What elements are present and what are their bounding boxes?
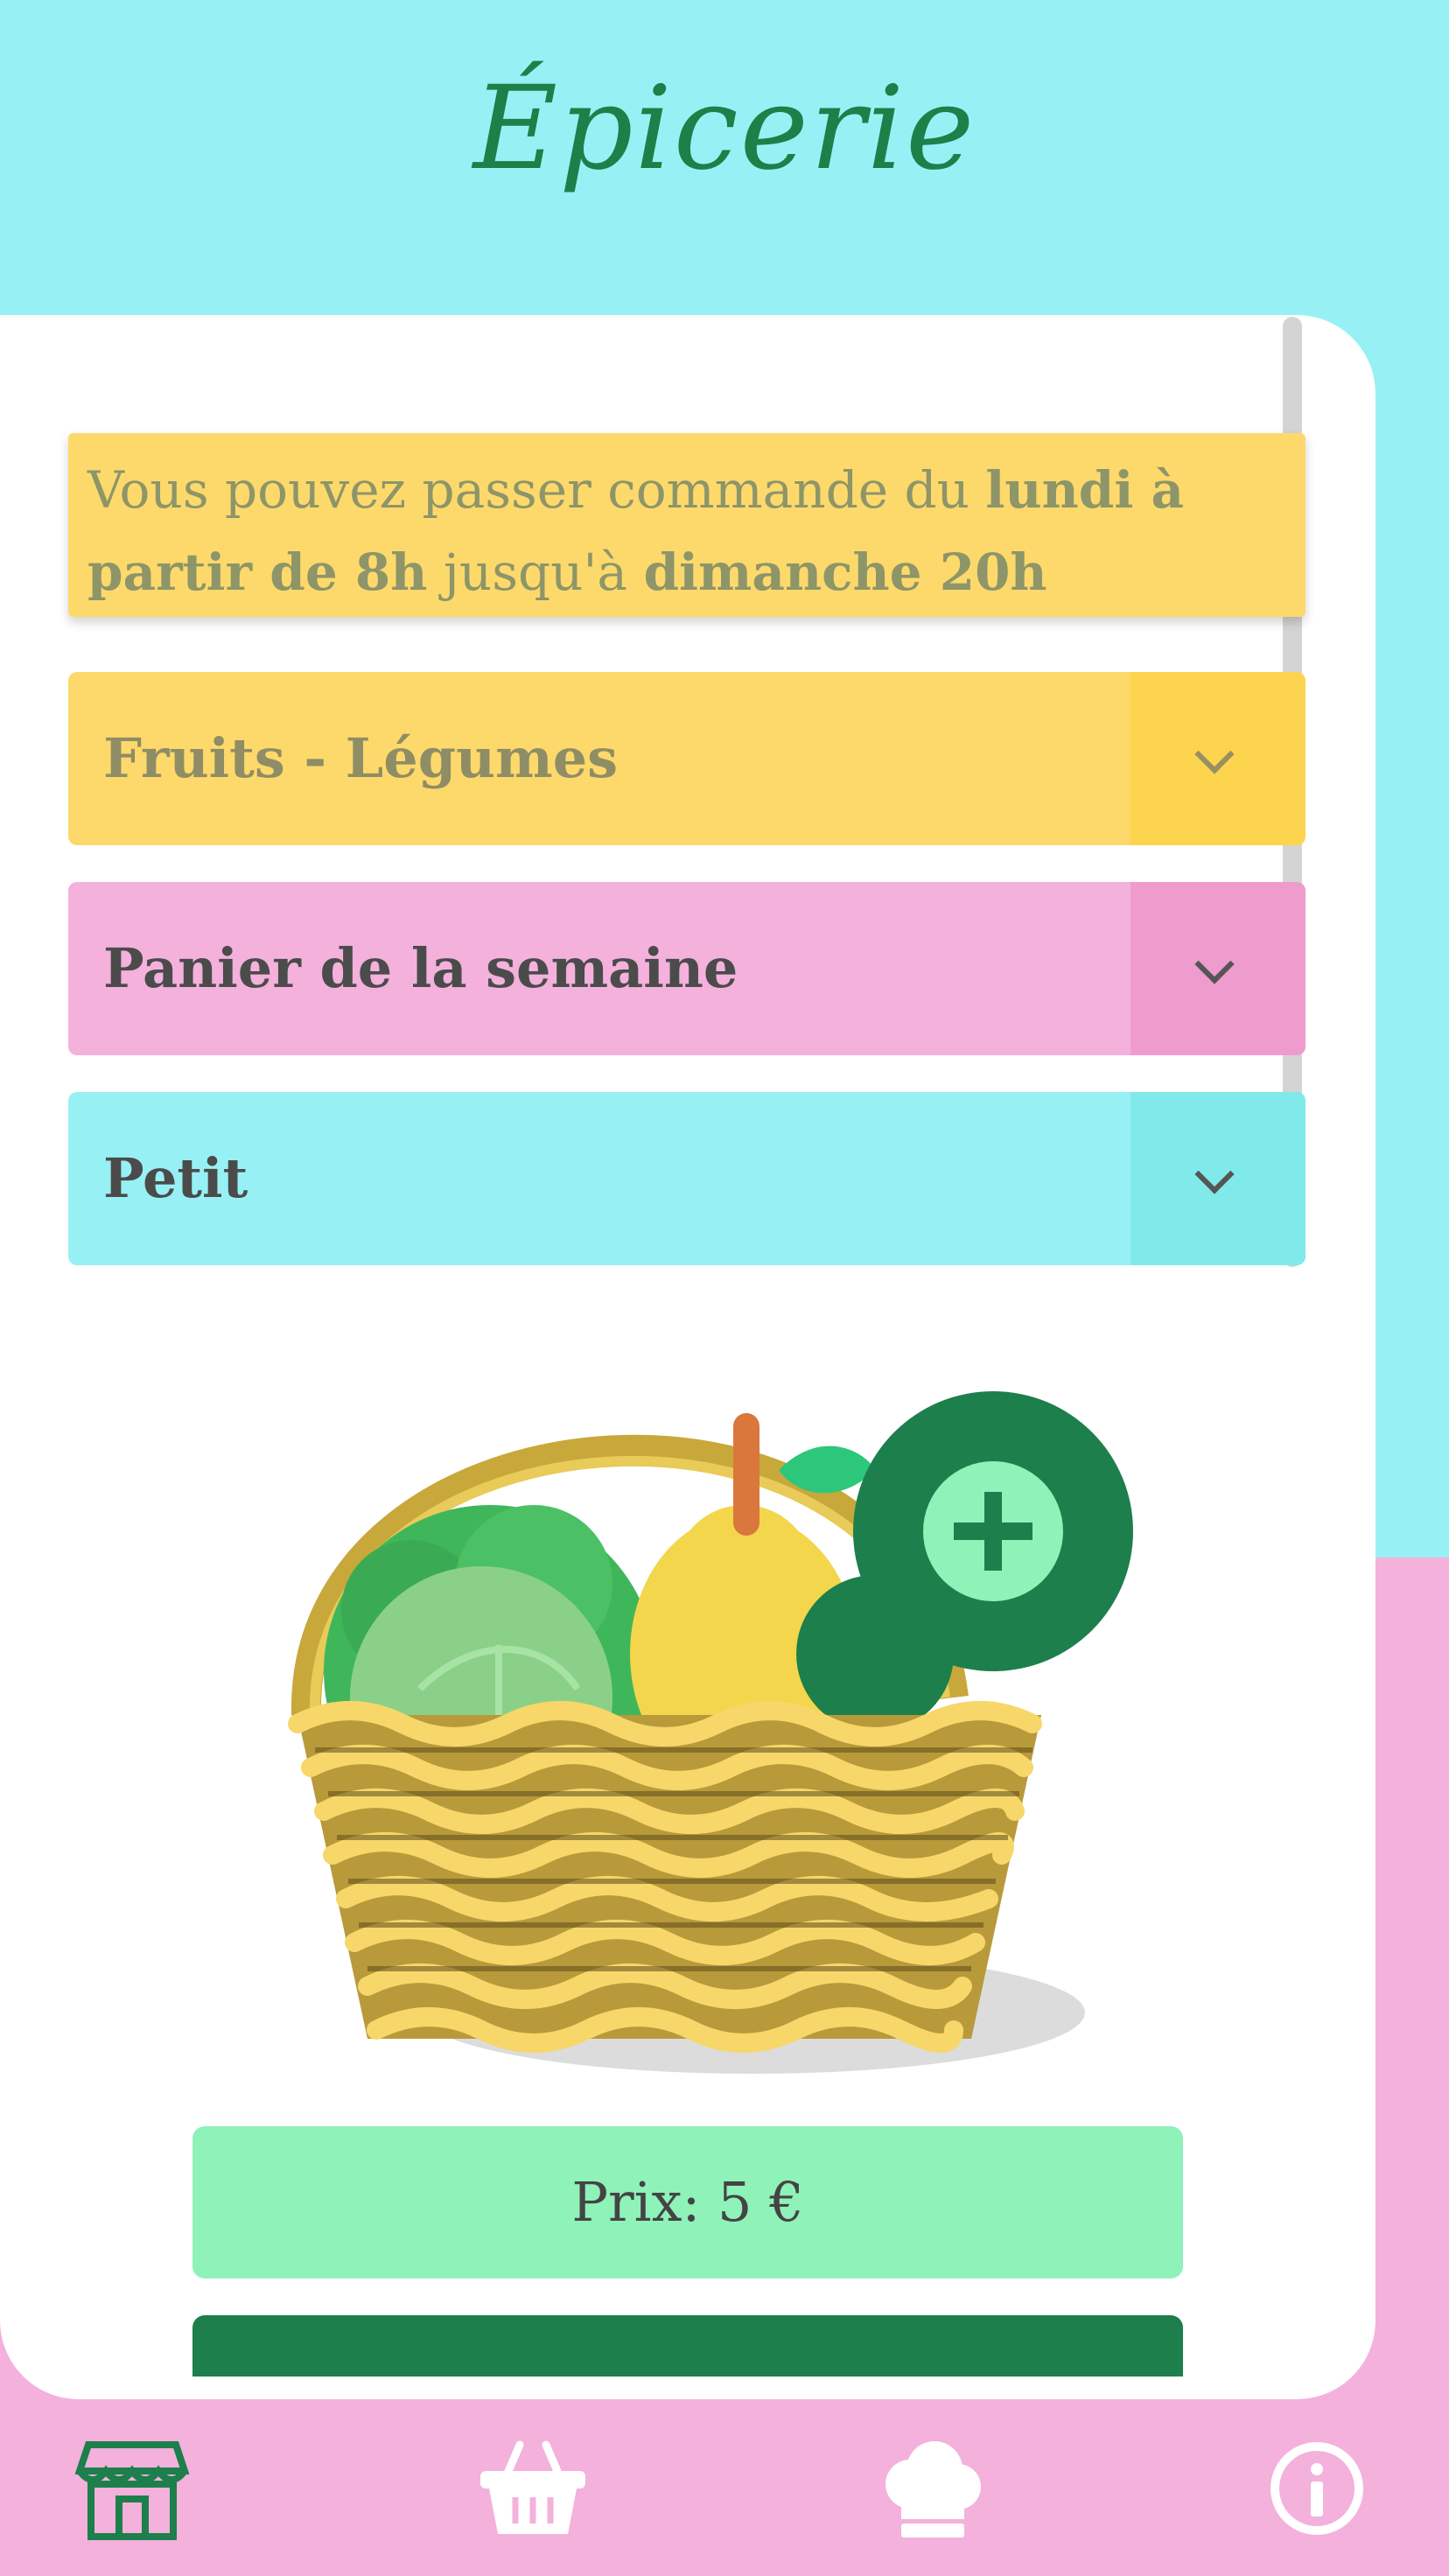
info-icon (1270, 2442, 1363, 2535)
accordion-petit[interactable]: Petit (68, 1092, 1306, 1265)
accordion-label: Fruits - Légumes (103, 726, 619, 790)
basket-icon (480, 2440, 585, 2534)
chef-hat-icon (886, 2441, 981, 2538)
shop-icon (74, 2441, 190, 2540)
notice-bold-2: dimanche 20h (643, 542, 1047, 602)
notice-text-1: Vous pouvez passer commande du (88, 460, 986, 520)
chevron-down-icon (1194, 944, 1235, 984)
page-title: Épicerie (472, 61, 976, 196)
order-hours-notice: Vous pouvez passer commande du lundi à p… (68, 433, 1306, 617)
chevron-down-icon (1194, 1154, 1235, 1194)
accordion-label: Petit (103, 1146, 248, 1210)
nav-info[interactable] (1260, 2436, 1374, 2541)
chevron-down-icon (1194, 734, 1235, 774)
nav-shop[interactable] (74, 2436, 190, 2541)
expand-toggle[interactable] (1130, 1092, 1306, 1265)
nav-basket[interactable] (476, 2436, 590, 2541)
nav-recipes[interactable] (875, 2436, 989, 2541)
basket-image (288, 1391, 1133, 2074)
accordion-label: Panier de la semaine (103, 936, 738, 1000)
notice-text-2: jusqu'à (427, 542, 644, 602)
expand-toggle[interactable] (1130, 882, 1306, 1055)
basket-illustration (280, 1321, 1190, 2074)
accordion-fruits-legumes[interactable]: Fruits - Légumes (68, 672, 1306, 845)
add-to-cart-button[interactable] (192, 2315, 1183, 2376)
expand-toggle[interactable] (1130, 672, 1306, 845)
price-label: Prix: 5 € (192, 2126, 1183, 2278)
accordion-panier-semaine[interactable]: Panier de la semaine (68, 882, 1306, 1055)
bottom-nav (0, 2401, 1449, 2576)
